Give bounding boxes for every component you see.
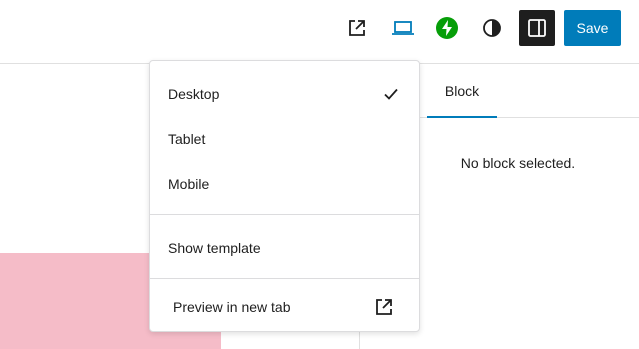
menu-item-label: Preview in new tab <box>173 299 291 315</box>
view-site-button[interactable] <box>340 10 374 46</box>
contrast-icon <box>483 19 501 37</box>
menu-item-label: Mobile <box>168 176 210 192</box>
editor-toolbar: Save <box>0 0 639 64</box>
menu-item-desktop[interactable]: Desktop <box>150 75 419 113</box>
sidebar-toggle-icon <box>528 19 546 37</box>
save-button[interactable]: Save <box>564 10 621 46</box>
menu-item-label: Desktop <box>168 86 220 102</box>
menu-item-mobile[interactable]: Mobile <box>150 165 419 203</box>
external-link-icon <box>349 20 365 36</box>
menu-separator <box>150 214 419 215</box>
menu-separator <box>150 278 419 279</box>
menu-item-tablet[interactable]: Tablet <box>150 120 419 158</box>
contrast-toggle-button[interactable] <box>475 10 509 46</box>
editor-screen: Save Block No block selected. Desktop Ta… <box>0 0 639 349</box>
laptop-icon <box>392 21 414 35</box>
preview-dropdown-menu: Desktop Tablet Mobile Show template Prev… <box>149 60 420 332</box>
menu-item-label: Tablet <box>168 131 206 147</box>
external-link-icon <box>376 299 392 315</box>
tab-block[interactable]: Block <box>427 65 497 118</box>
menu-item-label: Show template <box>168 240 261 256</box>
menu-item-show-template[interactable]: Show template <box>150 229 419 267</box>
jetpack-bolt-icon <box>436 17 458 39</box>
jetpack-button[interactable] <box>430 10 464 46</box>
settings-sidebar-button[interactable] <box>519 10 555 46</box>
checkmark-icon <box>384 88 398 100</box>
menu-item-preview-new-tab[interactable]: Preview in new tab <box>150 288 419 326</box>
device-preview-button[interactable] <box>385 10 421 46</box>
